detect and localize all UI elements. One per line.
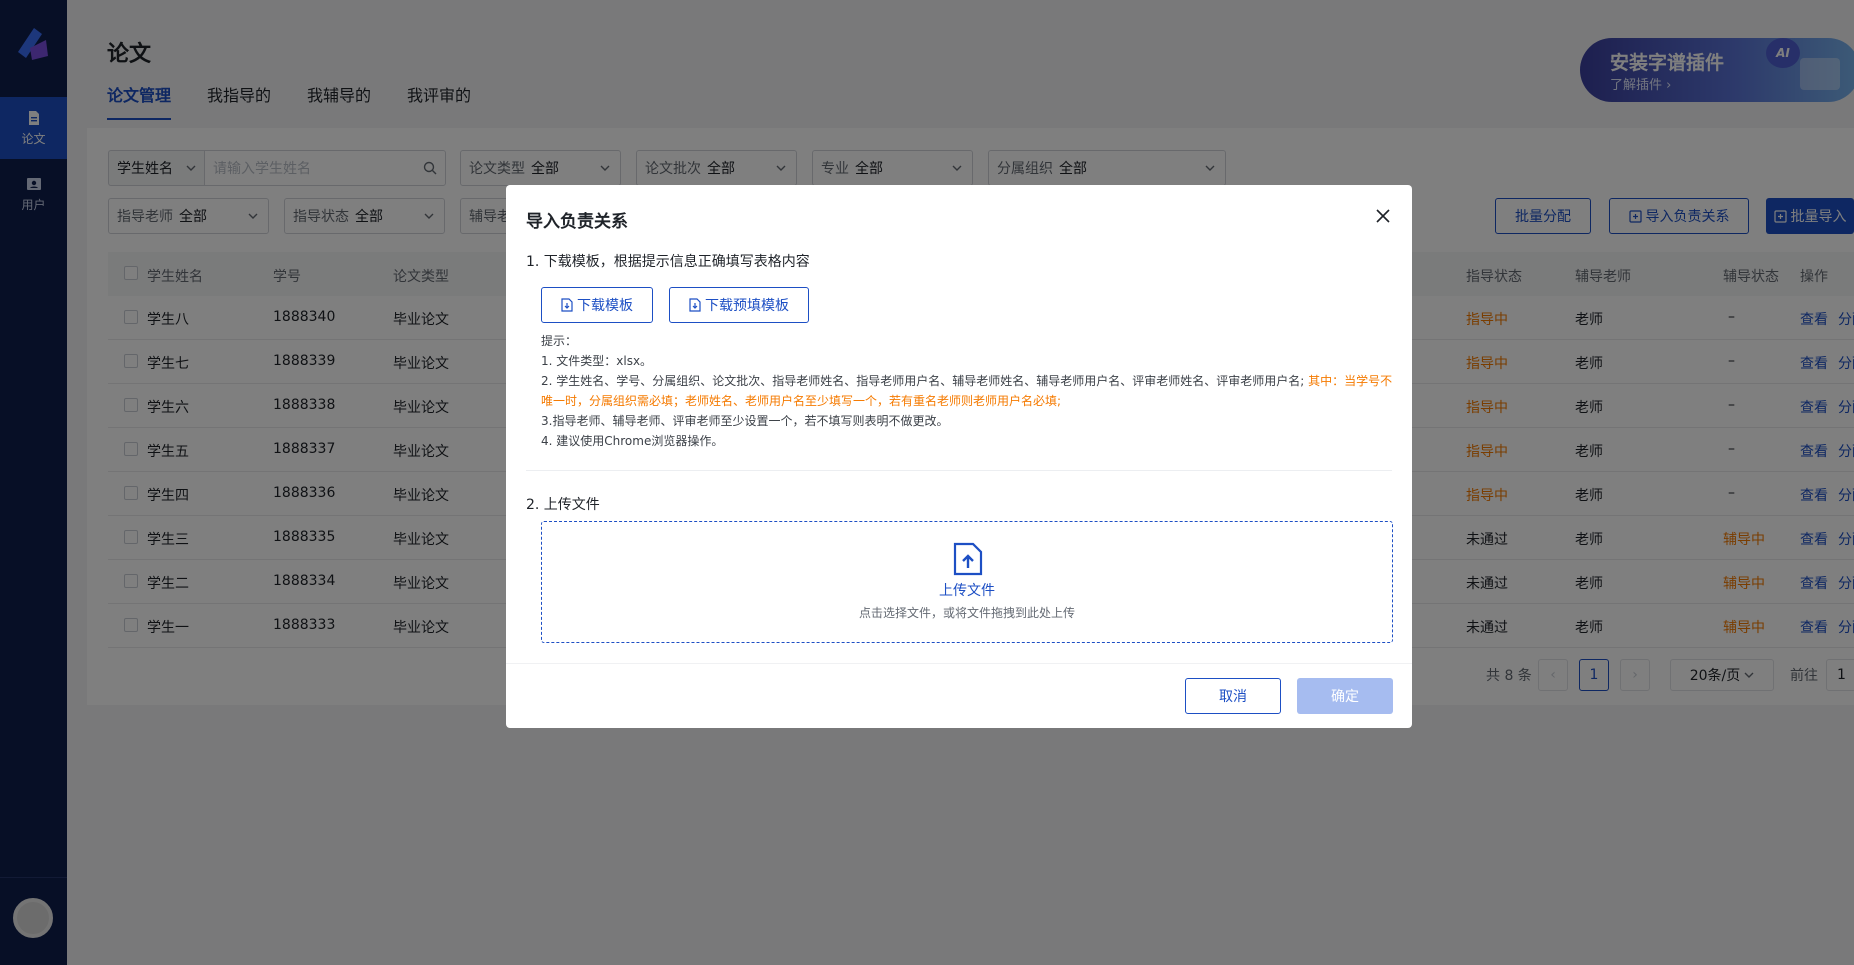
download-template-label: 下载模板 bbox=[577, 298, 633, 314]
tip-2-text: 2. 学生姓名、学号、分属组织、论文批次、指导老师姓名、指导老师用户名、辅导老师… bbox=[541, 374, 1309, 388]
file-download-icon bbox=[689, 298, 701, 312]
confirm-button[interactable]: 确定 bbox=[1297, 678, 1393, 714]
tip-3: 3.指导老师、辅导老师、评审老师至少设置一个，若不填写则表明不做更改。 bbox=[541, 414, 949, 428]
close-icon[interactable] bbox=[1372, 205, 1394, 227]
file-download-icon bbox=[561, 298, 573, 312]
upload-file-icon bbox=[953, 542, 983, 576]
modal-title: 导入负责关系 bbox=[526, 212, 628, 232]
tips-title: 提示： bbox=[541, 334, 578, 348]
step2-title: 2. 上传文件 bbox=[526, 497, 600, 513]
import-relation-modal: 导入负责关系 1. 下载模板，根据提示信息正确填写表格内容 下载模板 下载预填模… bbox=[506, 185, 1412, 728]
tip-2-warning: 其中：当学号不 bbox=[1308, 374, 1393, 388]
upload-title: 上传文件 bbox=[939, 583, 995, 599]
tip-4: 4. 建议使用Chrome浏览器操作。 bbox=[541, 434, 724, 448]
modal-divider bbox=[526, 470, 1392, 471]
cancel-button[interactable]: 取消 bbox=[1185, 678, 1281, 714]
tip-1: 1. 文件类型：xlsx。 bbox=[541, 354, 653, 368]
import-tips: 提示： 1. 文件类型：xlsx。 2. 学生姓名、学号、分属组织、论文批次、指… bbox=[541, 331, 1401, 451]
tip-2: 2. 学生姓名、学号、分属组织、论文批次、指导老师姓名、指导老师用户名、辅导老师… bbox=[541, 371, 1401, 391]
footer-divider bbox=[506, 663, 1412, 664]
step1-title: 1. 下载模板，根据提示信息正确填写表格内容 bbox=[526, 254, 810, 270]
download-prefilled-label: 下载预填模板 bbox=[705, 298, 789, 314]
tip-2-warning-cont: 唯一时，分属组织需必填；老师姓名、老师用户名至少填写一个，若有重名老师则老师用户… bbox=[541, 394, 1062, 408]
download-template-button[interactable]: 下载模板 bbox=[541, 287, 653, 323]
upload-dropzone[interactable]: 上传文件 点击选择文件，或将文件拖拽到此处上传 bbox=[541, 521, 1393, 643]
download-prefilled-button[interactable]: 下载预填模板 bbox=[669, 287, 809, 323]
upload-hint: 点击选择文件，或将文件拖拽到此处上传 bbox=[858, 606, 1075, 620]
